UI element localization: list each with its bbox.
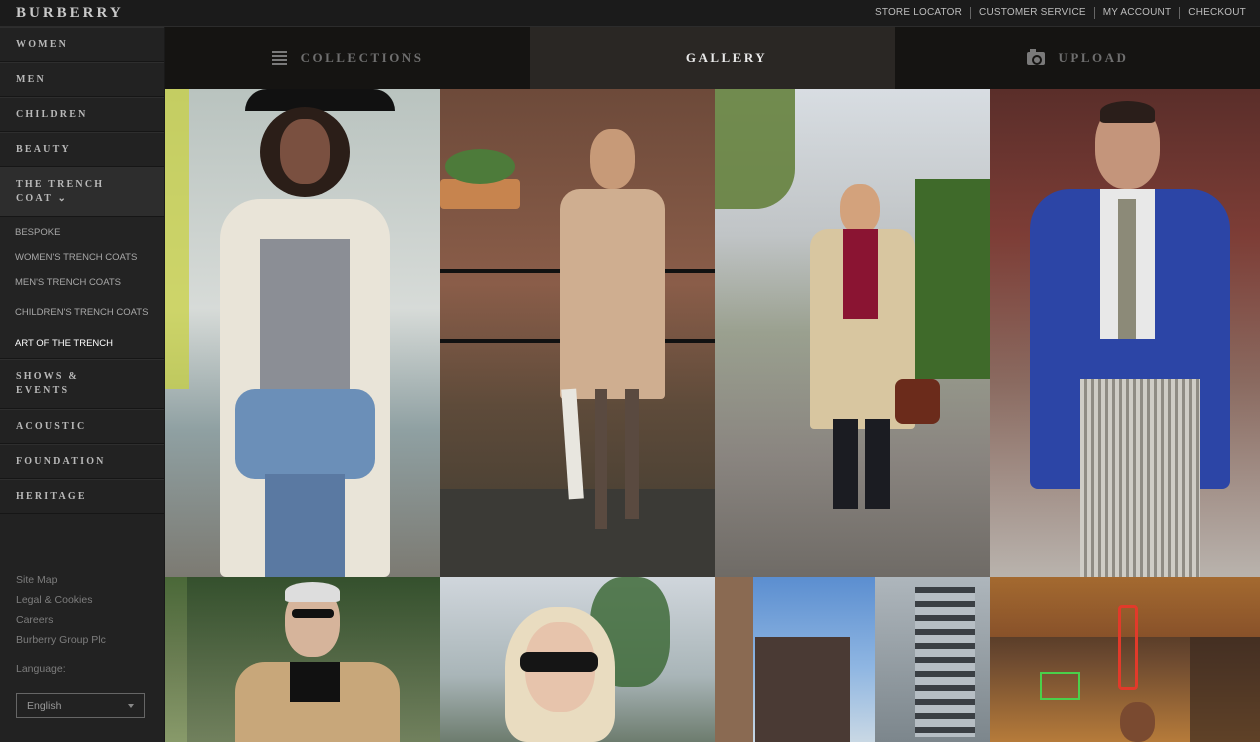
gallery-photo[interactable] [165,577,440,742]
customer-service-link[interactable]: CUSTOMER SERVICE [970,7,1094,19]
trench-submenu: BESPOKE WOMEN'S TRENCH COATS MEN'S TRENC… [0,217,164,359]
gallery-photo[interactable] [165,89,440,577]
tab-collections-label: COLLECTIONS [300,50,424,65]
nav-children[interactable]: CHILDREN [0,97,164,132]
sub-mens-trench[interactable]: MEN'S TRENCH COATS [0,270,164,295]
nav-trench-line2: COAT [16,193,53,204]
brand-logo[interactable]: BURBERRY [16,5,124,22]
tab-upload[interactable]: UPLOAD [895,27,1260,89]
burberry-group-link[interactable]: Burberry Group Plc [16,633,106,653]
my-account-link[interactable]: MY ACCOUNT [1093,7,1180,19]
tab-gallery-label: GALLERY [685,50,768,65]
nav-trench-line1: THE TRENCH [16,179,105,190]
language-value: English [27,699,62,712]
sub-childrens-trench[interactable]: CHILDREN'S TRENCH COATS [0,295,164,331]
nav-heritage[interactable]: HERITAGE [0,479,164,514]
camera-icon [1026,48,1045,65]
gallery-photo[interactable] [990,577,1260,742]
top-bar: BURBERRY STORE LOCATOR CUSTOMER SERVICE … [0,0,1260,27]
gallery-photo[interactable] [715,577,990,742]
language-label: Language: [16,663,66,675]
chevron-down-icon: ⌄ [57,193,69,204]
nav-the-trench-coat[interactable]: THE TRENCH COAT ⌄ [0,167,164,217]
gallery-photo[interactable] [715,89,990,577]
grid-icon [658,51,672,65]
legal-cookies-link[interactable]: Legal & Cookies [16,593,106,613]
gallery-photo[interactable] [990,89,1260,577]
photo-gallery [165,89,1260,742]
nav-shows-line1: SHOWS & [16,371,79,382]
site-map-link[interactable]: Site Map [16,573,106,593]
utility-links: STORE LOCATOR CUSTOMER SERVICE MY ACCOUN… [867,7,1254,19]
store-locator-link[interactable]: STORE LOCATOR [867,7,970,19]
sidebar: WOMEN MEN CHILDREN BEAUTY THE TRENCH COA… [0,27,165,742]
caret-down-icon [128,703,134,708]
nav-beauty[interactable]: BEAUTY [0,132,164,167]
tab-collections[interactable]: COLLECTIONS [165,27,530,89]
gallery-photo[interactable] [440,577,715,742]
view-tabs: COLLECTIONS GALLERY UPLOAD [165,27,1260,89]
nav-shows-events[interactable]: SHOWS & EVENTS [0,359,164,409]
tab-upload-label: UPLOAD [1058,50,1129,65]
nav-acoustic[interactable]: ACOUSTIC [0,409,164,444]
gallery-photo[interactable] [440,89,715,577]
sub-art-of-the-trench[interactable]: ART OF THE TRENCH [0,331,164,356]
tab-gallery[interactable]: GALLERY [530,27,895,89]
list-icon [271,51,287,65]
nav-shows-line2: EVENTS [16,385,70,396]
language-select[interactable]: English [16,693,145,718]
checkout-link[interactable]: CHECKOUT [1179,7,1254,19]
nav-men[interactable]: MEN [0,62,164,97]
nav-women[interactable]: WOMEN [0,27,164,62]
sub-bespoke[interactable]: BESPOKE [0,220,164,245]
footer-links: Site Map Legal & Cookies Careers Burberr… [16,573,106,682]
sub-womens-trench[interactable]: WOMEN'S TRENCH COATS [0,245,164,270]
nav-foundation[interactable]: FOUNDATION [0,444,164,479]
careers-link[interactable]: Careers [16,613,106,633]
